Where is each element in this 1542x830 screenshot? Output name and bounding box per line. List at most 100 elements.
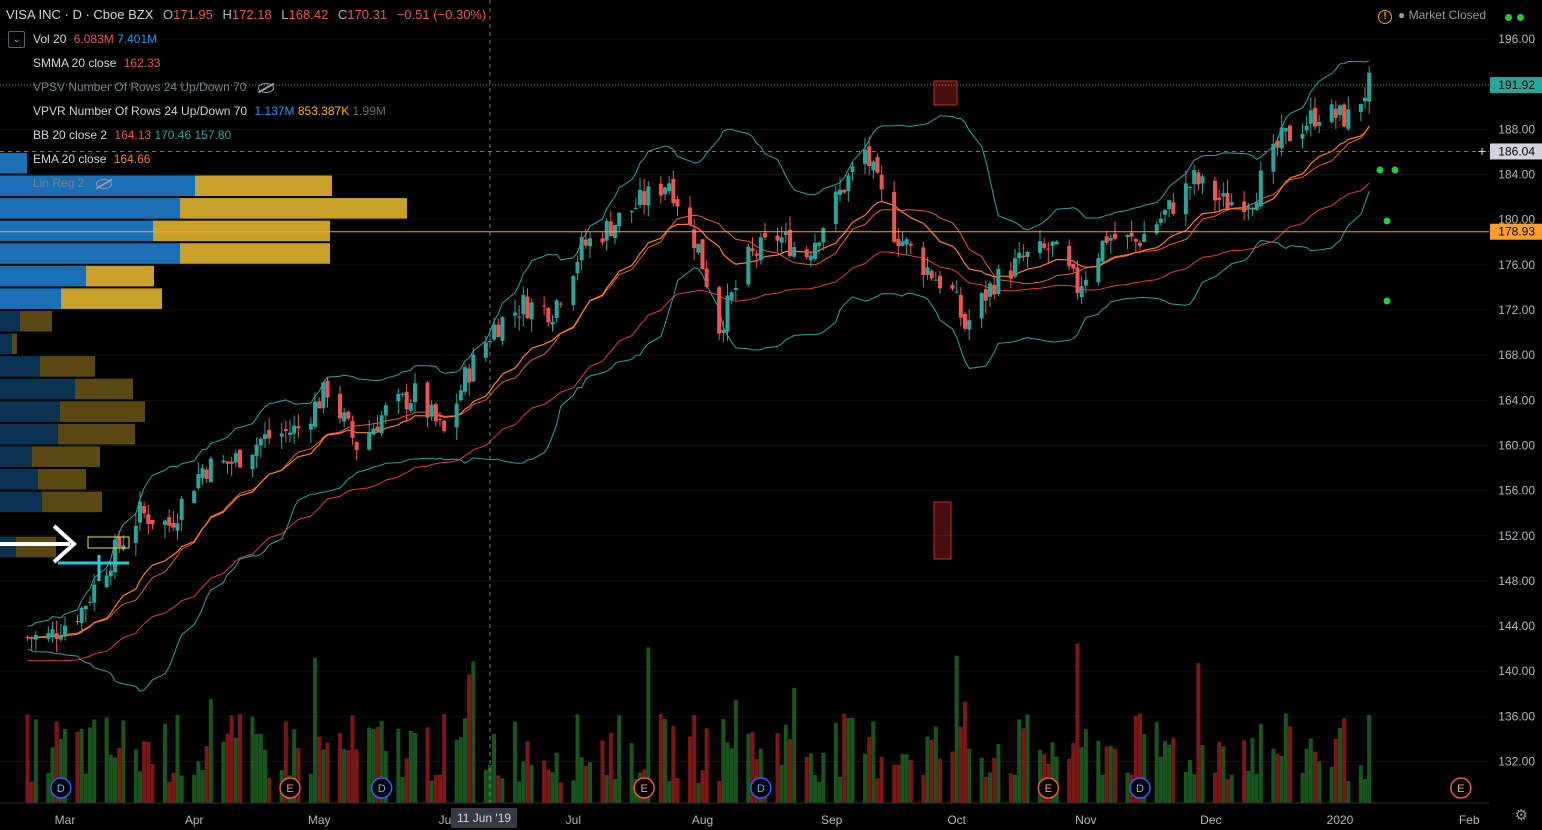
candle-body bbox=[1163, 210, 1167, 215]
candle-body bbox=[671, 179, 676, 204]
hidden-eye-icon[interactable] bbox=[258, 82, 275, 93]
candle-body bbox=[196, 474, 201, 489]
volume-bar bbox=[600, 740, 605, 803]
candle-body bbox=[938, 275, 942, 289]
candle-body bbox=[513, 312, 517, 316]
candle-body bbox=[425, 382, 430, 418]
volume-bar bbox=[163, 723, 167, 803]
legend-vol-name: Vol 20 bbox=[33, 32, 67, 46]
volume-bar bbox=[325, 742, 330, 803]
hidden-eye-icon[interactable] bbox=[96, 178, 113, 189]
volume-bar bbox=[1308, 738, 1313, 803]
candle-body bbox=[1133, 239, 1138, 242]
event-marker-label: D bbox=[378, 783, 386, 795]
red-box-marker bbox=[933, 80, 958, 106]
volume-bar bbox=[138, 771, 142, 803]
volume-bar bbox=[367, 727, 372, 803]
price-tick-label: 160.00 bbox=[1498, 438, 1535, 452]
volume-bar bbox=[1067, 758, 1072, 803]
candle-body bbox=[675, 199, 680, 207]
volume-bar bbox=[142, 741, 147, 803]
volume-bar bbox=[579, 757, 584, 803]
volume-bar bbox=[879, 756, 884, 803]
volume-bar bbox=[846, 717, 851, 803]
volume-bar bbox=[408, 730, 413, 803]
volume-bar bbox=[1083, 728, 1088, 803]
candle-body bbox=[1079, 286, 1084, 298]
volume-bar bbox=[192, 774, 197, 803]
candle-body bbox=[396, 393, 401, 402]
volume-bar bbox=[1229, 774, 1234, 803]
legend-vpvr[interactable]: VPVR Number Of Rows 24 Up/Down 70 1.137M… bbox=[8, 102, 386, 126]
volume-profile-down-bar bbox=[32, 446, 100, 468]
legend-linreg[interactable]: Lin Reg 2 bbox=[8, 174, 386, 198]
volume-bar bbox=[950, 751, 955, 803]
candle-body bbox=[1071, 263, 1076, 269]
crosshair-date-label: 11 Jun '19 bbox=[451, 808, 517, 828]
candle-body bbox=[267, 429, 272, 439]
candle-body bbox=[779, 237, 784, 243]
volume-bar bbox=[688, 736, 692, 803]
candle-body bbox=[733, 288, 738, 290]
candle-body bbox=[442, 420, 447, 432]
volume-bar bbox=[675, 777, 680, 803]
candle-body bbox=[471, 354, 476, 382]
volume-bar bbox=[258, 734, 263, 803]
volume-bar bbox=[92, 719, 97, 803]
settings-gear-icon[interactable]: ⚙ bbox=[1515, 806, 1528, 824]
candle-body bbox=[992, 284, 997, 295]
volume-bar bbox=[663, 718, 667, 803]
volume-bar bbox=[954, 655, 959, 803]
volume-bar bbox=[671, 725, 676, 803]
legend-bb[interactable]: BB 20 close 2 164.13 170.46 157.80 bbox=[8, 126, 386, 150]
collapse-chevron-icon[interactable]: ⌄ bbox=[8, 31, 25, 49]
legend-vol[interactable]: ⌄ Vol 20 6.083M 7.401M bbox=[8, 30, 386, 54]
open-label: O bbox=[163, 7, 174, 22]
candle-body bbox=[754, 253, 759, 256]
price-tick-label: 188.00 bbox=[1498, 122, 1535, 136]
candle-body bbox=[1329, 104, 1334, 123]
legend-vpsv[interactable]: VPSV Number Of Rows 24 Up/Down 70 bbox=[8, 78, 386, 102]
candle-body bbox=[529, 302, 534, 320]
candle-body bbox=[558, 303, 563, 305]
candle-body bbox=[438, 419, 442, 421]
green-dot-icon bbox=[1517, 14, 1524, 21]
candle-body bbox=[1046, 248, 1051, 250]
volume-bar bbox=[1279, 755, 1284, 803]
symbol-title[interactable]: VISA INC · D · Cboe BZX bbox=[6, 7, 153, 22]
candle-body bbox=[167, 517, 172, 526]
volume-bar bbox=[588, 762, 592, 803]
candle-body bbox=[46, 633, 51, 639]
candle-body bbox=[1271, 143, 1276, 172]
time-tick-label: 2020 bbox=[1327, 813, 1354, 827]
candle-body bbox=[554, 300, 559, 318]
legend-ema[interactable]: EMA 20 close 164.66 bbox=[8, 150, 386, 174]
market-status[interactable]: ! ● Market Closed bbox=[1378, 8, 1486, 24]
candle-body bbox=[600, 238, 605, 243]
volume-bar bbox=[229, 715, 234, 803]
volume-bar bbox=[171, 772, 176, 803]
candle-body bbox=[204, 469, 209, 480]
candle-body bbox=[896, 238, 901, 247]
candle-body bbox=[313, 401, 317, 427]
legend-smma[interactable]: SMMA 20 close 162.33 bbox=[8, 54, 386, 78]
status-dots bbox=[1500, 10, 1524, 24]
candle-body bbox=[550, 321, 555, 325]
candle-body bbox=[658, 183, 663, 196]
volume-bar bbox=[1104, 746, 1109, 803]
candle-body bbox=[633, 207, 638, 209]
event-marker-label: D bbox=[57, 783, 65, 795]
candle-body bbox=[350, 420, 355, 438]
volume-profile-down-bar bbox=[12, 333, 17, 355]
volume-bar bbox=[517, 781, 522, 803]
volume-profile-up-bar bbox=[0, 198, 180, 219]
candle-body bbox=[1196, 172, 1201, 185]
legend-ema-name: EMA 20 close bbox=[33, 152, 107, 166]
volume-bar bbox=[204, 746, 209, 803]
candle-body bbox=[463, 367, 467, 392]
volume-bar bbox=[696, 782, 701, 803]
candle-body bbox=[258, 439, 263, 446]
candle-body bbox=[88, 601, 92, 603]
volume-bar bbox=[442, 714, 447, 803]
candle-body bbox=[1200, 176, 1205, 184]
